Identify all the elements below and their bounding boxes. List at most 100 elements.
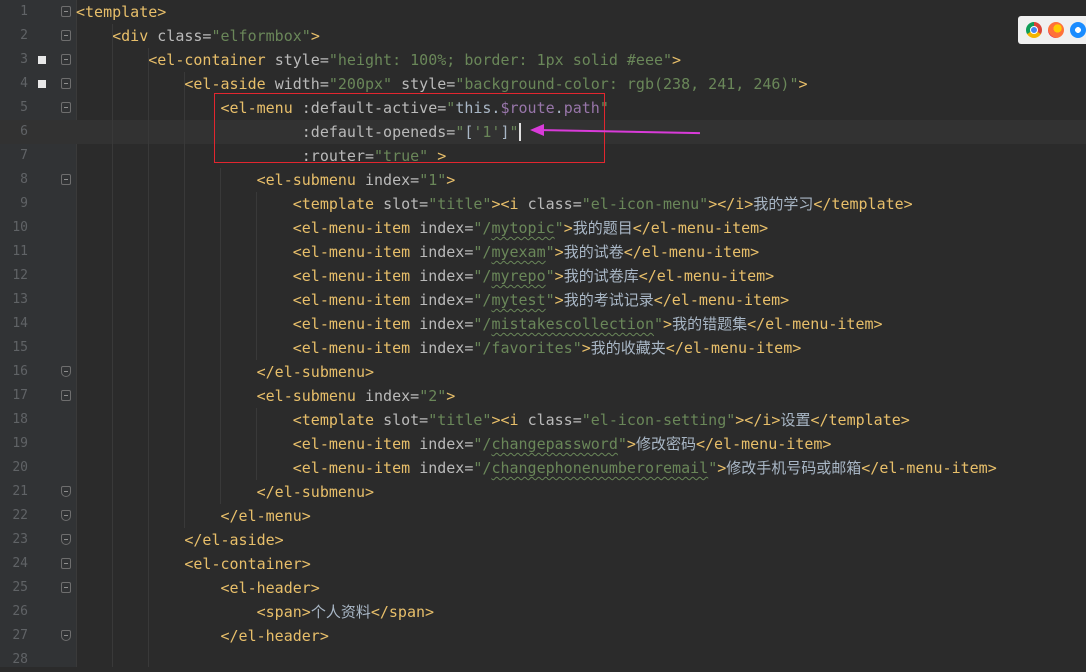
code-line[interactable]: 1 <template>: [0, 0, 1086, 24]
code-token: >: [446, 387, 456, 405]
code-line[interactable]: 13 <el-menu-item index="/mytest">我的考试记录<…: [0, 288, 1086, 312]
code-line[interactable]: 21 </el-submenu>: [0, 480, 1086, 504]
code-line[interactable]: 15 <el-menu-item index="/favorites">我的收藏…: [0, 336, 1086, 360]
code-token: <el-menu-item: [292, 267, 420, 285]
code-token: ": [554, 219, 564, 237]
fold-toggle-icon[interactable]: [61, 30, 71, 41]
code-token: <template>: [76, 3, 167, 21]
firefox-icon[interactable]: [1048, 22, 1064, 38]
code-text[interactable]: <template slot="title"><i class="el-icon…: [76, 408, 910, 432]
fold-toggle-icon[interactable]: [61, 486, 71, 497]
code-token: "/favorites": [473, 339, 582, 357]
code-token: mytopic: [491, 219, 555, 237]
line-number: 24: [12, 556, 28, 571]
fold-toggle-icon[interactable]: [61, 534, 71, 545]
code-token: style=: [274, 51, 329, 69]
fold-toggle-icon[interactable]: [61, 510, 71, 521]
code-token: ": [545, 291, 555, 309]
code-line[interactable]: 9 <template slot="title"><i class="el-ic…: [0, 192, 1086, 216]
fold-toggle-icon[interactable]: [61, 558, 71, 569]
code-line[interactable]: 11 <el-menu-item index="/myexam">我的试卷</e…: [0, 240, 1086, 264]
code-text[interactable]: <el-submenu index="2">: [76, 384, 456, 408]
code-token: 我的错题集: [672, 315, 748, 333]
code-token: >: [798, 75, 808, 93]
code-token: >: [563, 219, 573, 237]
code-line[interactable]: 19 <el-menu-item index="/changepassword"…: [0, 432, 1086, 456]
code-line[interactable]: 18 <template slot="title"><i class="el-i…: [0, 408, 1086, 432]
code-token: index=: [365, 387, 420, 405]
code-token: "/: [473, 435, 492, 453]
line-number: 1: [20, 4, 28, 19]
code-token: index=: [419, 339, 474, 357]
code-token: ></i>: [708, 195, 754, 213]
code-token: </el-menu-item>: [695, 435, 832, 453]
code-text[interactable]: <el-menu-item index="/myexam">我的试卷</el-m…: [76, 240, 759, 264]
code-token: </el-menu>: [220, 507, 311, 525]
code-token: 修改手机号码或邮箱: [726, 459, 862, 477]
fold-toggle-icon[interactable]: [61, 102, 71, 113]
code-text[interactable]: <template slot="title"><i class="el-icon…: [76, 192, 913, 216]
code-token: style=: [401, 75, 456, 93]
fold-toggle-icon[interactable]: [61, 390, 71, 401]
code-line[interactable]: 14 <el-menu-item index="/mistakescollect…: [0, 312, 1086, 336]
code-text[interactable]: </el-submenu>: [76, 480, 374, 504]
code-line[interactable]: 28: [0, 648, 1086, 672]
code-line[interactable]: 3 <el-container style="height: 100%; bor…: [0, 48, 1086, 72]
code-line[interactable]: 24 <el-container>: [0, 552, 1086, 576]
code-text[interactable]: <el-menu-item index="/mytopic">我的题目</el-…: [76, 216, 768, 240]
fold-toggle-icon[interactable]: [61, 366, 71, 377]
line-number: 7: [20, 148, 28, 163]
code-text[interactable]: </el-header>: [76, 624, 329, 648]
code-line[interactable]: 23 </el-aside>: [0, 528, 1086, 552]
code-token: <el-menu-item: [292, 291, 420, 309]
code-text[interactable]: <template>: [76, 0, 166, 24]
code-line[interactable]: 16 </el-submenu>: [0, 360, 1086, 384]
code-text[interactable]: <el-menu-item index="/mytest">我的考试记录</el…: [76, 288, 789, 312]
code-text[interactable]: <el-menu-item index="/mistakescollection…: [76, 312, 883, 336]
code-token: class=: [527, 411, 582, 429]
code-token: </el-menu-item>: [623, 243, 760, 261]
code-line[interactable]: 8 <el-submenu index="1">: [0, 168, 1086, 192]
safari-icon[interactable]: [1070, 22, 1086, 38]
code-token: index=: [419, 243, 474, 261]
chrome-icon[interactable]: [1026, 22, 1042, 38]
fold-toggle-icon[interactable]: [61, 78, 71, 89]
code-token: index=: [419, 435, 474, 453]
code-text[interactable]: </el-submenu>: [76, 360, 374, 384]
code-text[interactable]: <span>个人资料</span>: [76, 600, 434, 624]
code-token: ><i: [491, 195, 528, 213]
code-token: ": [545, 267, 555, 285]
line-number: 27: [12, 628, 28, 643]
fold-toggle-icon[interactable]: [61, 630, 71, 641]
code-line[interactable]: 10 <el-menu-item index="/mytopic">我的题目</…: [0, 216, 1086, 240]
code-line[interactable]: 12 <el-menu-item index="/myrepo">我的试卷库</…: [0, 264, 1086, 288]
code-token: <el-menu-item: [292, 219, 420, 237]
code-text[interactable]: <el-menu-item index="/changephonenumbero…: [76, 456, 997, 480]
code-token: "/: [473, 291, 492, 309]
annotation-highlight-box: [214, 93, 605, 163]
code-line[interactable]: 2 <div class="elformbox">: [0, 24, 1086, 48]
indent-guide: [256, 408, 257, 480]
line-number: 3: [20, 52, 28, 67]
fold-toggle-icon[interactable]: [61, 582, 71, 593]
code-text[interactable]: <el-menu-item index="/myrepo">我的试卷库</el-…: [76, 264, 774, 288]
code-line[interactable]: 22 </el-menu>: [0, 504, 1086, 528]
code-line[interactable]: 17 <el-submenu index="2">: [0, 384, 1086, 408]
code-token: >: [581, 339, 591, 357]
code-text[interactable]: </el-aside>: [76, 528, 283, 552]
code-text[interactable]: <el-menu-item index="/changepassword">修改…: [76, 432, 832, 456]
line-number: 21: [12, 484, 28, 499]
code-line[interactable]: 27 </el-header>: [0, 624, 1086, 648]
code-line[interactable]: 20 <el-menu-item index="/changephonenumb…: [0, 456, 1086, 480]
code-line[interactable]: 26 <span>个人资料</span>: [0, 600, 1086, 624]
fold-toggle-icon[interactable]: [61, 6, 71, 17]
fold-toggle-icon[interactable]: [61, 54, 71, 65]
fold-toggle-icon[interactable]: [61, 174, 71, 185]
code-text[interactable]: <el-submenu index="1">: [76, 168, 456, 192]
code-line[interactable]: 25 <el-header>: [0, 576, 1086, 600]
code-token: class=: [157, 27, 212, 45]
code-text[interactable]: <el-container style="height: 100%; borde…: [76, 48, 681, 72]
code-token: width=: [274, 75, 329, 93]
